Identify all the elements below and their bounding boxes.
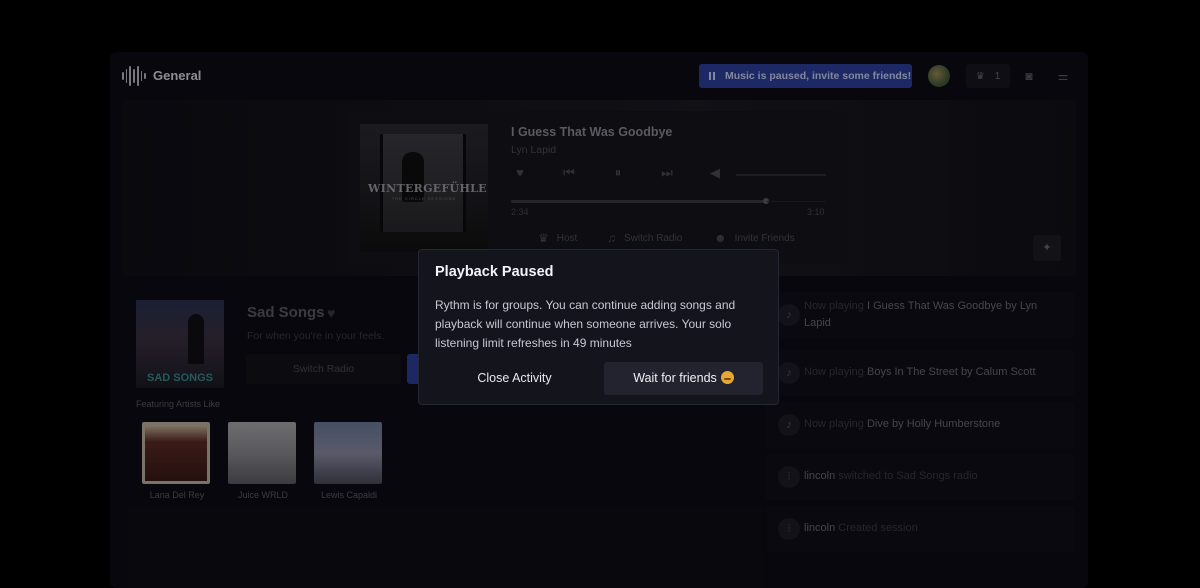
close-activity-button[interactable]: Close Activity [435, 362, 594, 395]
wait-for-friends-label: Wait for friends [633, 371, 717, 385]
playback-paused-dialog: Playback Paused Rythm is for groups. You… [418, 249, 779, 405]
dialog-title: Playback Paused [435, 264, 554, 280]
dialog-body: Rythm is for groups. You can continue ad… [435, 298, 736, 350]
wait-for-friends-button[interactable]: Wait for friends [604, 362, 763, 395]
smile-emoji-icon [720, 371, 734, 384]
